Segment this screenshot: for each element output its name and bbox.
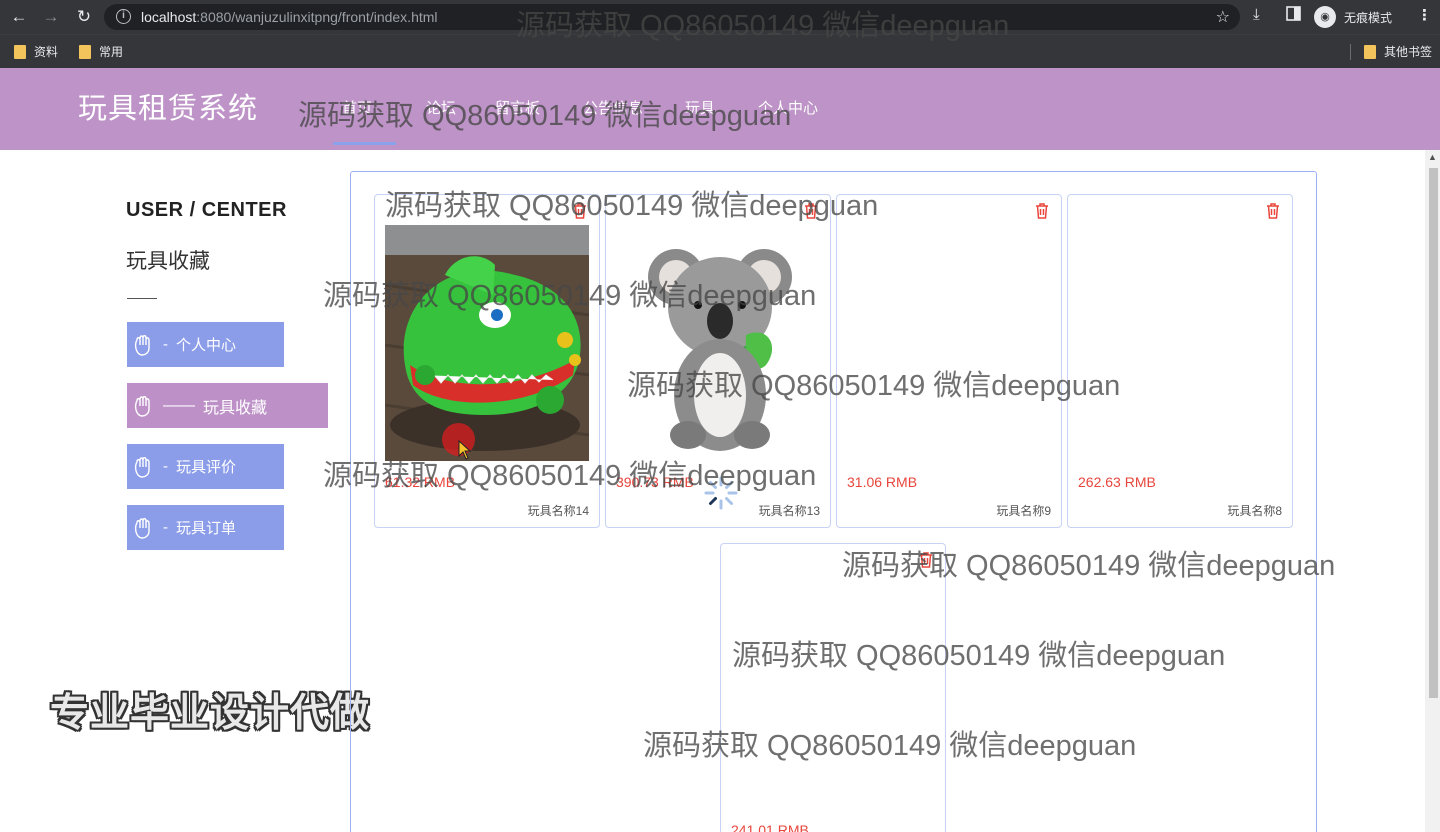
toy-price: 241.01 RMB — [731, 822, 809, 832]
toy-image-crocodile[interactable] — [385, 225, 589, 461]
favorite-card[interactable]: 262.63 RMB 玩具名称8 — [1067, 194, 1293, 528]
scrollbar-thumb[interactable] — [1429, 168, 1438, 698]
sidebar-item-label: 玩具评价 — [176, 459, 237, 476]
mouse-cursor-icon — [458, 440, 472, 460]
delete-trash-icon[interactable] — [804, 203, 818, 219]
hand-icon — [134, 456, 150, 478]
bookmark-folder-changyong[interactable]: 常用 — [79, 43, 123, 60]
download-icon[interactable]: ⤓ — [1253, 6, 1260, 23]
bookmark-label: 常用 — [99, 45, 124, 59]
nav-home[interactable]: 首页 — [342, 99, 372, 119]
url-host: localhost — [141, 9, 197, 25]
toy-name: 玩具名称14 — [527, 504, 589, 518]
subtitle-divider — [127, 298, 157, 299]
menu-dots-icon[interactable]: ⋮ — [1417, 6, 1432, 24]
sidebar-item-label: 玩具收藏 — [203, 399, 268, 417]
hand-icon — [134, 395, 150, 417]
nav-message-board[interactable]: 留言板 — [495, 99, 540, 119]
incognito-icon: ◉ — [1314, 6, 1336, 28]
toy-name: 玩具名称13 — [758, 504, 820, 518]
incognito-badge[interactable]: ◉ 无痕模式 — [1314, 5, 1392, 29]
sidebar-item-label: 个人中心 — [176, 337, 237, 354]
favorite-card[interactable]: 241.01 RMB — [720, 543, 946, 832]
incognito-label: 无痕模式 — [1344, 10, 1393, 25]
scroll-up-arrow-icon[interactable]: ▲ — [1428, 152, 1437, 162]
toy-price: 262.63 RMB — [1078, 474, 1156, 490]
sidebar-item-prefix: - — [163, 519, 168, 536]
sidebar-item-reviews[interactable]: - 玩具评价 — [127, 444, 284, 489]
toy-price: 61.32 RMB — [385, 474, 456, 490]
favorite-card[interactable]: 61.32 RMB 玩具名称14 — [374, 194, 600, 528]
browser-toolbar: ← → ↻ i localhost:8080/wanjuzulinxitpng/… — [0, 0, 1440, 34]
url-path: :8080/wanjuzulinxitpng/front/index.html — [196, 9, 438, 25]
toy-price: 390.73 RMB — [616, 474, 694, 490]
url-text: localhost:8080/wanjuzulinxitpng/front/in… — [141, 9, 438, 25]
toy-price: 31.06 RMB — [847, 474, 918, 490]
other-bookmarks[interactable]: 其他书签 — [1364, 43, 1432, 60]
site-title[interactable]: 玩具租赁系统 — [78, 91, 258, 127]
folder-icon — [79, 44, 91, 59]
forward-arrow-icon[interactable]: → — [40, 6, 62, 28]
toy-image-koala[interactable] — [616, 225, 820, 461]
toy-name: 玩具名称8 — [1227, 504, 1282, 518]
promo-banner: 专业毕业设计代做 — [50, 692, 371, 735]
hand-icon — [134, 517, 150, 539]
toy-name: 玩具名称9 — [996, 504, 1051, 518]
hand-icon — [134, 334, 150, 356]
loading-spinner-icon — [704, 476, 738, 510]
delete-trash-icon[interactable] — [573, 203, 587, 219]
site-header: 玩具租赁系统 首页 论坛 留言板 公告信息 玩具 个人中心 — [0, 68, 1440, 150]
bookmark-label: 其他书签 — [1384, 45, 1433, 59]
reload-icon[interactable]: ↻ — [73, 6, 95, 28]
nav-toys[interactable]: 玩具 — [685, 99, 715, 119]
nav-announcements[interactable]: 公告信息 — [583, 99, 643, 119]
folder-icon — [1364, 44, 1376, 59]
sidebar-item-label: 玩具订单 — [176, 520, 237, 537]
address-bar[interactable]: i localhost:8080/wanjuzulinxitpng/front/… — [104, 4, 1240, 30]
site-info-icon[interactable]: i — [116, 9, 131, 24]
delete-trash-icon[interactable] — [1035, 203, 1049, 219]
bookmarks-divider — [1350, 44, 1351, 60]
active-nav-indicator — [333, 142, 396, 145]
sidebar-item-prefix: —— — [163, 396, 195, 414]
nav-personal-center[interactable]: 个人中心 — [758, 99, 818, 119]
sidebar-item-prefix: - — [163, 458, 168, 475]
folder-icon — [14, 44, 26, 59]
delete-trash-icon[interactable] — [919, 552, 933, 568]
bookmarks-bar: 资料 常用 其他书签 — [0, 34, 1440, 68]
bookmark-star-icon[interactable]: ☆ — [1216, 7, 1230, 27]
sidebar-item-personal-center[interactable]: - 个人中心 — [127, 322, 284, 367]
favorite-card[interactable]: 31.06 RMB 玩具名称9 — [836, 194, 1062, 528]
sidebar-item-prefix: - — [163, 336, 168, 353]
side-panel-icon[interactable] — [1286, 6, 1301, 25]
section-subtitle: 玩具收藏 — [126, 250, 210, 273]
user-center-title: USER / CENTER — [126, 199, 287, 221]
back-arrow-icon[interactable]: ← — [8, 6, 30, 28]
sidebar-item-orders[interactable]: - 玩具订单 — [127, 505, 284, 550]
bookmark-label: 资料 — [34, 45, 59, 59]
nav-forum[interactable]: 论坛 — [426, 99, 456, 119]
delete-trash-icon[interactable] — [1266, 203, 1280, 219]
sidebar-item-favorites[interactable]: —— 玩具收藏 — [127, 383, 328, 428]
bookmark-folder-ziliao[interactable]: 资料 — [14, 43, 58, 60]
